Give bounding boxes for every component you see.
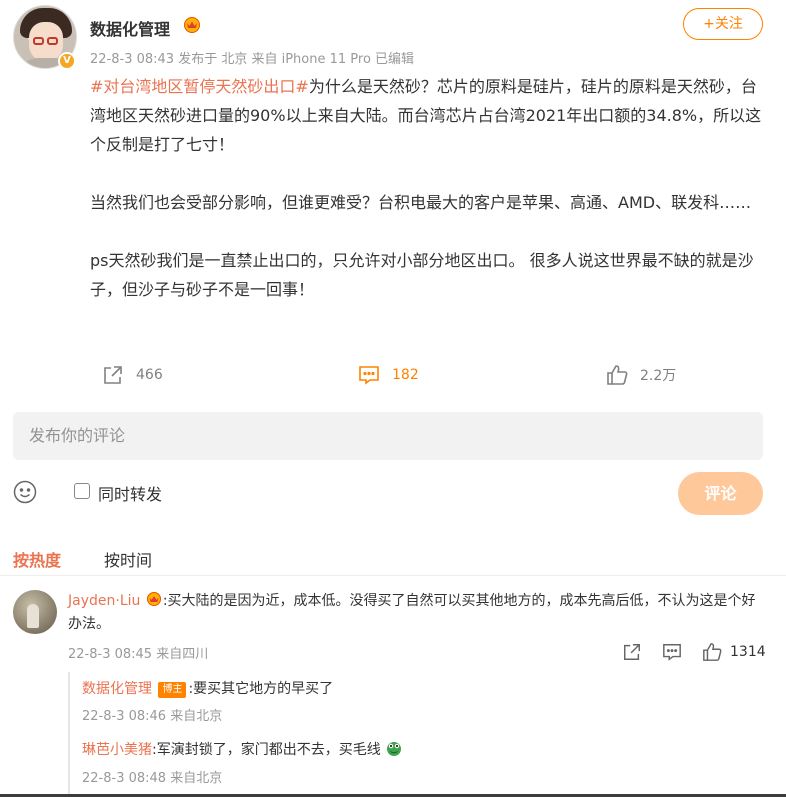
post-content: #对台湾地区暂停天然砂出口#为什么是天然砂？芯片的原料是硅片，硅片的原料是天然砂…	[90, 72, 770, 333]
vip-crown-icon	[184, 17, 200, 33]
thumbs-up-icon[interactable]	[702, 642, 722, 662]
reply-text: :要买其它地方的早买了	[188, 681, 334, 697]
reply-author[interactable]: 琳芭小美猪	[82, 742, 152, 758]
post-paragraph-1: #对台湾地区暂停天然砂出口#为什么是天然砂？芯片的原料是硅片，硅片的原料是天然砂…	[90, 72, 770, 159]
vip-crown-icon	[146, 592, 161, 606]
repost-icon	[104, 366, 122, 384]
commenter-avatar[interactable]	[13, 590, 57, 634]
author-name[interactable]: 数据化管理	[90, 16, 170, 40]
frog-emoji-icon	[387, 742, 402, 756]
avatar-glasses-left	[33, 37, 44, 45]
like-count: 2.2万	[640, 368, 677, 384]
reply-item: 数据化管理 博主:要买其它地方的早买了	[82, 678, 333, 698]
reply-meta: 22-8-3 08:48 来自北京	[82, 771, 223, 786]
comment-meta: 22-8-3 08:45 来自四川	[68, 647, 209, 662]
reply-item: 琳芭小美猪:军演封锁了，家门都出不去，买毛线	[82, 739, 403, 759]
reply-icon[interactable]	[662, 642, 682, 662]
reply-meta: 22-8-3 08:46 来自北京	[82, 709, 223, 724]
sort-by-hot-tab[interactable]: 按热度	[13, 547, 61, 571]
post-paragraph-3: ps天然砂我们是一直禁止出口的，只允许对小部分地区出口。 很多人说这世界最不缺的…	[90, 251, 754, 299]
repost-action[interactable]: 466	[102, 364, 163, 386]
comment-count: 182	[392, 367, 419, 383]
follow-button[interactable]: +关注	[683, 8, 763, 40]
divider	[0, 575, 786, 576]
thumbs-up-icon	[607, 365, 628, 385]
submit-comment-button[interactable]: 评论	[678, 472, 763, 515]
post-actions: 466 182 2.2万	[0, 360, 786, 390]
comment-action[interactable]: 182	[358, 364, 419, 386]
reply-author[interactable]: 数据化管理	[82, 681, 152, 697]
share-icon[interactable]	[622, 642, 642, 662]
repost-checkbox[interactable]	[74, 483, 90, 499]
comment-input[interactable]: 发布你的评论	[13, 412, 763, 460]
avatar-figure	[27, 604, 39, 628]
like-action[interactable]: 2.2万	[606, 364, 676, 386]
author-badge: 博主	[158, 682, 187, 698]
sort-by-time-tab[interactable]: 按时间	[104, 547, 152, 571]
reply-text: :军演封锁了，家门都出不去，买毛线	[152, 742, 381, 758]
comment-icon	[359, 366, 379, 385]
commenter-name[interactable]: Jayden·Liu	[68, 593, 140, 609]
comment-body: :买大陆的是因为近，成本低。没得买了自然可以买其他地方的，成本先高后低，不认为这…	[68, 593, 756, 632]
hashtag-link[interactable]: #对台湾地区暂停天然砂出口#	[90, 77, 309, 96]
comment-text: Jayden·Liu :买大陆的是因为近，成本低。没得买了自然可以买其他地方的，…	[68, 590, 768, 636]
post-paragraph-2: 当然我们也会受部分影响，但谁更难受？台积电最大的客户是苹果、高通、AMD、联发科…	[90, 193, 752, 212]
reply-thread: 数据化管理 博主:要买其它地方的早买了 22-8-3 08:46 来自北京 琳芭…	[68, 672, 768, 794]
emoji-icon[interactable]	[13, 480, 37, 504]
comment-like-count: 1314	[730, 644, 766, 660]
repost-checkbox-label[interactable]: 同时转发	[98, 481, 162, 505]
post-meta: 22-8-3 08:43 发布于 北京 来自 iPhone 11 Pro 已编辑	[90, 52, 415, 67]
verified-icon: V	[58, 52, 76, 70]
avatar-glasses-right	[47, 37, 58, 45]
repost-count: 466	[136, 367, 163, 383]
